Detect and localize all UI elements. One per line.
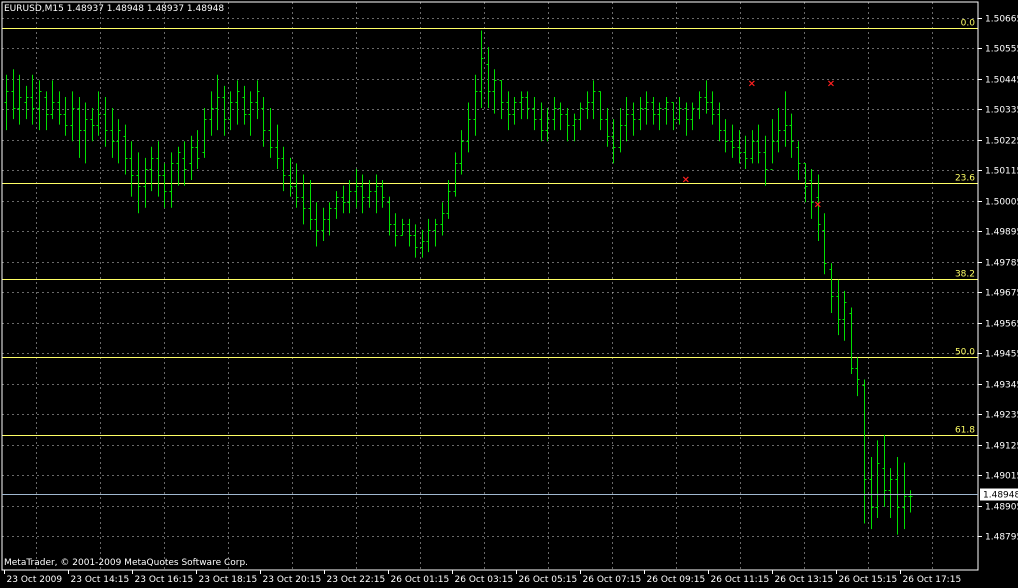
fractal-down-marker: × (682, 175, 690, 186)
y-tick-label: 1.48795 (985, 533, 1018, 543)
y-tick-label: 1.48905 (985, 503, 1018, 513)
x-tick-label: 23 Oct 14:15 (71, 575, 130, 585)
y-tick-label: 1.49235 (985, 411, 1018, 421)
fractal-up-marker: × (748, 78, 756, 89)
x-tick-label: 26 Oct 03:15 (455, 575, 514, 585)
price-chart[interactable]: 0.023.638.250.061.8 ×××× 1.506651.505551… (0, 0, 1018, 588)
x-tick-label: 23 Oct 18:15 (199, 575, 258, 585)
y-tick-label: 1.50445 (985, 76, 1018, 86)
current-price-label: 1.48948 (983, 491, 1018, 501)
x-tick-label: 23 Oct 2009 (7, 575, 63, 585)
x-tick-label: 26 Oct 11:15 (711, 575, 770, 585)
axes: 1.50665 1.50555 1.50445 1.50335 1.50225 1.501… (1, 1, 1018, 585)
x-tick-label: 26 Oct 13:15 (775, 575, 834, 585)
x-tick-label: 23 Oct 22:15 (327, 575, 386, 585)
fibo-level-label: 61.8 (955, 426, 975, 436)
y-tick-label: 1.50555 (985, 45, 1018, 55)
ohlc-bars (4, 30, 913, 535)
y-tick-label: 1.50335 (985, 106, 1018, 116)
y-tick-label: 1.49675 (985, 289, 1018, 299)
x-tick-label: 26 Oct 05:15 (519, 575, 578, 585)
x-tick-label: 26 Oct 07:15 (583, 575, 642, 585)
copyright-text: MetaTrader, © 2001-2009 MetaQuotes Softw… (4, 558, 249, 568)
chart-window[interactable]: 0.023.638.250.061.8 ×××× 1.506651.505551… (0, 0, 1018, 588)
x-tick-label: 26 Oct 01:15 (391, 575, 450, 585)
x-tick-label: 23 Oct 16:15 (135, 575, 194, 585)
y-tick-label: 1.50225 (985, 137, 1018, 147)
fibo-level-label: 50.0 (955, 348, 975, 358)
y-tick-label: 1.49785 (985, 259, 1018, 269)
y-tick-label: 1.49895 (985, 228, 1018, 238)
symbol-header: EURUSD,M15 1.48937 1.48948 1.48937 1.489… (4, 4, 225, 14)
x-tick-label: 26 Oct 17:15 (903, 575, 962, 585)
fractal-down-marker: × (814, 200, 822, 211)
fibo-level-label: 38.2 (955, 270, 975, 280)
y-tick-label: 1.50115 (985, 167, 1018, 177)
y-tick-label: 1.49565 (985, 320, 1018, 330)
y-tick-label: 1.49125 (985, 442, 1018, 452)
fractal-up-marker: × (827, 78, 835, 89)
x-tick-label: 23 Oct 20:15 (263, 575, 322, 585)
y-tick-label: 1.50665 (985, 15, 1018, 25)
fibo-level-label: 0.0 (961, 19, 976, 29)
y-tick-label: 1.49015 (985, 472, 1018, 482)
y-tick-label: 1.49345 (985, 381, 1018, 391)
y-tick-label: 1.49455 (985, 350, 1018, 360)
x-tick-label: 26 Oct 15:15 (839, 575, 898, 585)
y-tick-label: 1.50005 (985, 198, 1018, 208)
fibo-level-label: 23.6 (955, 174, 975, 184)
x-tick-label: 26 Oct 09:15 (647, 575, 706, 585)
